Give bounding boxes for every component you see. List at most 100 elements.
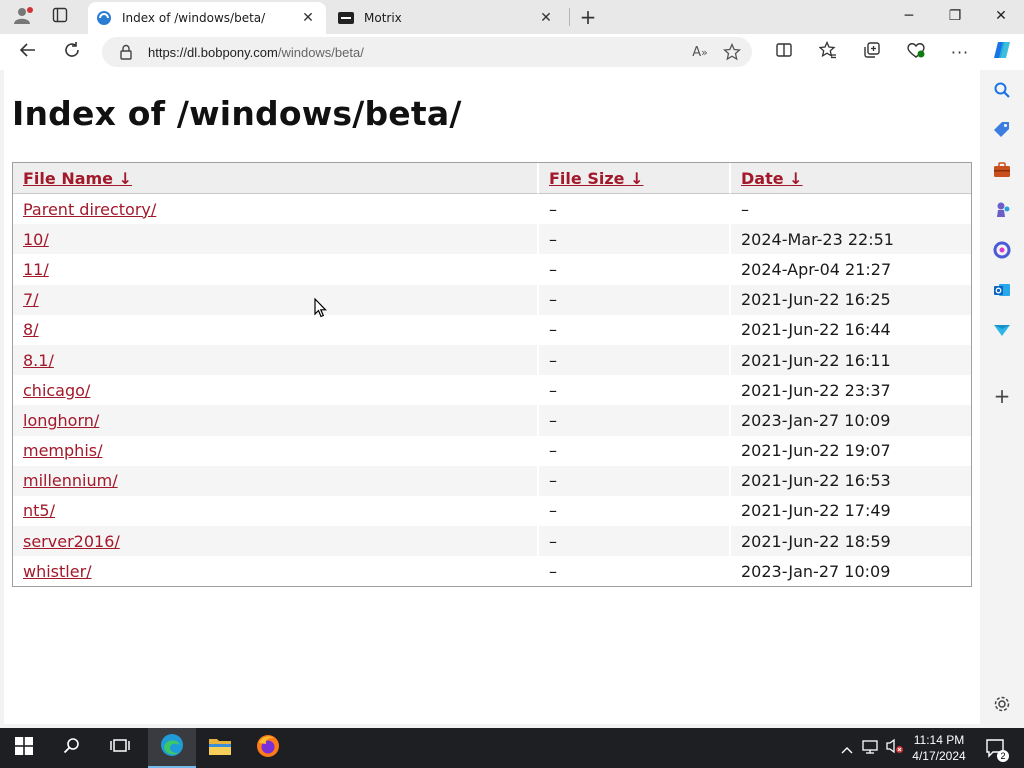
tab-actions-button[interactable] <box>46 4 74 30</box>
sidebar-search-button[interactable] <box>988 78 1016 106</box>
file-size: – <box>539 465 731 496</box>
sort-by-date-link[interactable]: Date ↓ <box>741 169 803 188</box>
file-size: – <box>539 495 731 527</box>
header-file-size: File Size ↓ <box>539 163 731 194</box>
browser-essentials-button[interactable] <box>902 38 930 66</box>
back-button[interactable] <box>14 38 42 66</box>
sidebar-settings-button[interactable] <box>988 692 1016 720</box>
modified-date: – <box>741 199 749 219</box>
sidebar-m365-button[interactable] <box>988 238 1016 266</box>
header-file-name: File Name ↓ <box>13 163 539 194</box>
search-icon <box>63 737 81 759</box>
taskbar-edge-button[interactable] <box>148 728 196 768</box>
settings-more-button[interactable]: ··· <box>946 38 974 66</box>
taskbar-firefox-button[interactable] <box>244 728 292 768</box>
close-tab-icon[interactable]: ✕ <box>298 8 318 28</box>
network-status-button[interactable] <box>860 728 880 768</box>
directory-link[interactable]: 10/ <box>23 230 49 249</box>
sort-by-name-link[interactable]: File Name ↓ <box>23 169 132 188</box>
directory-link[interactable]: chicago/ <box>23 381 90 400</box>
close-window-button[interactable]: ✕ <box>978 0 1024 32</box>
table-row: longhorn/ – 2023-Jan-27 10:09 <box>13 405 971 436</box>
header-label: File Size <box>549 168 625 188</box>
tab-title: Index of /windows/beta/ <box>122 11 266 25</box>
table-row: chicago/ – 2021-Jun-22 23:37 <box>13 375 971 406</box>
tab-index-of-windows-beta[interactable]: Index of /windows/beta/ ✕ <box>88 2 326 34</box>
sort-arrow-icon: ↓ <box>789 168 803 188</box>
modified-date: 2021-Jun-22 16:25 <box>731 284 971 315</box>
windows-taskbar: 11:14 PM 4/17/2024 2 <box>0 728 1024 768</box>
copilot-button[interactable] <box>988 38 1016 66</box>
directory-link[interactable]: Parent directory/ <box>23 200 156 219</box>
read-aloud-icon[interactable]: A» <box>688 40 712 64</box>
file-size: – <box>539 314 731 345</box>
url-text[interactable]: https://dl.bobpony.com/windows/beta/ <box>148 45 688 60</box>
modified-date: 2024-Apr-04 21:27 <box>741 259 892 279</box>
task-view-button[interactable] <box>96 728 144 768</box>
page-title: Index of /windows/beta/ <box>12 94 462 133</box>
file-size: – <box>539 284 731 315</box>
volume-button[interactable] <box>884 728 906 768</box>
modified-date: 2021-Jun-22 18:59 <box>731 526 971 557</box>
file-size: – <box>539 194 731 225</box>
sidebar-add-button[interactable]: + <box>988 382 1016 410</box>
start-button[interactable] <box>0 728 48 768</box>
directory-link[interactable]: server2016/ <box>23 532 120 551</box>
collections-button[interactable] <box>858 38 886 66</box>
clock-date: 4/17/2024 <box>912 749 966 763</box>
directory-link[interactable]: millennium/ <box>23 471 118 490</box>
close-tab-icon[interactable]: ✕ <box>536 8 556 28</box>
tab-separator <box>569 8 570 26</box>
sidebar-tools-button[interactable] <box>988 158 1016 186</box>
sidebar-games-button[interactable] <box>988 198 1016 226</box>
directory-link[interactable]: 8/ <box>23 320 39 339</box>
tab-motrix[interactable]: Motrix ✕ <box>330 2 564 34</box>
directory-link[interactable]: longhorn/ <box>23 411 99 430</box>
file-size: – <box>539 344 731 376</box>
taskbar-clock[interactable]: 11:14 PM 4/17/2024 <box>906 732 972 764</box>
directory-link[interactable]: whistler/ <box>23 562 92 581</box>
table-row: 8/ – 2021-Jun-22 16:44 <box>13 314 971 345</box>
profile-button[interactable] <box>8 4 36 30</box>
table-row: 8.1/ – 2021-Jun-22 16:11 <box>13 344 971 376</box>
table-row: nt5/ – 2021-Jun-22 17:49 <box>13 495 971 527</box>
favorite-star-icon[interactable] <box>720 40 744 64</box>
favorites-button[interactable] <box>814 38 842 66</box>
sidebar-shopping-button[interactable] <box>988 118 1016 146</box>
directory-link[interactable]: 11/ <box>23 260 49 279</box>
modified-date: 2021-Jun-22 16:44 <box>741 320 891 340</box>
restore-button[interactable]: ❐ <box>932 0 978 32</box>
file-size: – <box>539 254 731 285</box>
action-center-button[interactable]: 2 <box>980 728 1010 768</box>
directory-link[interactable]: memphis/ <box>23 441 102 460</box>
show-hidden-icons-button[interactable] <box>838 728 856 768</box>
header-label: Date <box>741 168 784 188</box>
split-screen-button[interactable] <box>770 38 798 66</box>
search-icon <box>993 81 1011 103</box>
tab-strip: Index of /windows/beta/ ✕ Motrix ✕ + ─ ❐… <box>0 0 1024 34</box>
address-bar[interactable]: https://dl.bobpony.com/windows/beta/ A» <box>102 37 752 67</box>
taskbar-file-explorer-button[interactable] <box>196 728 244 768</box>
directory-link[interactable]: 7/ <box>23 290 39 309</box>
split-screen-icon <box>775 41 793 63</box>
sidebar-outlook-button[interactable] <box>988 278 1016 306</box>
new-tab-button[interactable]: + <box>576 4 600 30</box>
table-row: whistler/ – 2023-Jan-27 10:09 <box>13 556 971 587</box>
file-size: – <box>539 224 731 255</box>
sort-by-size-link[interactable]: File Size ↓ <box>549 169 643 188</box>
file-size: – <box>539 556 731 587</box>
modified-date: 2021-Jun-22 23:37 <box>741 380 891 400</box>
task-view-icon <box>110 737 130 759</box>
table-row: millennium/ – 2021-Jun-22 16:53 <box>13 465 971 496</box>
profile-notification-dot <box>27 7 33 13</box>
refresh-button[interactable] <box>58 38 86 66</box>
directory-link[interactable]: nt5/ <box>23 501 55 520</box>
copilot-icon <box>991 39 1013 65</box>
taskbar-search-button[interactable] <box>48 728 96 768</box>
lock-icon[interactable] <box>116 42 136 62</box>
directory-link[interactable]: 8.1/ <box>23 351 54 370</box>
sidebar-send-button[interactable] <box>988 318 1016 346</box>
folder-icon <box>208 736 232 760</box>
gear-icon <box>993 695 1011 717</box>
minimize-button[interactable]: ─ <box>886 0 932 32</box>
